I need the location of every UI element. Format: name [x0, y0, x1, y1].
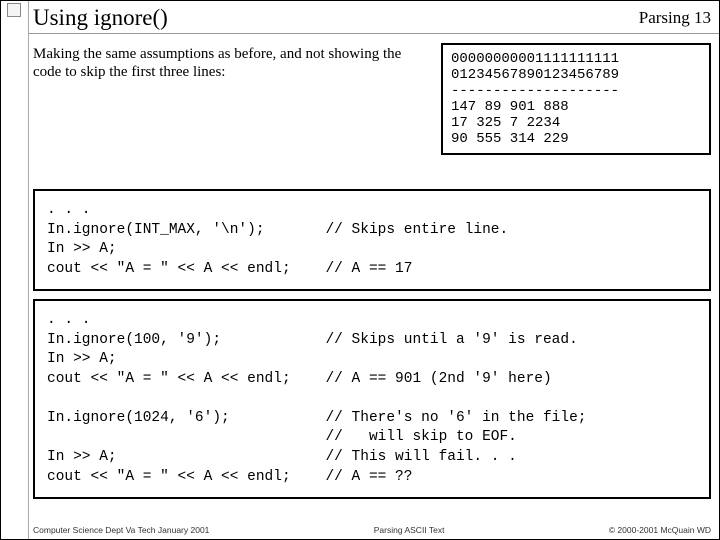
data-file-box: 00000000001111111111 0123456789012345678…: [441, 43, 711, 155]
intro-text: Making the same assumptions as before, a…: [33, 43, 417, 155]
footer-left: Computer Science Dept Va Tech January 20…: [33, 525, 209, 535]
left-rail: [1, 1, 29, 539]
footer: Computer Science Dept Va Tech January 20…: [33, 525, 711, 535]
slide-title: Using ignore(): [33, 5, 168, 31]
intro-row: Making the same assumptions as before, a…: [33, 43, 711, 155]
header: Using ignore() Parsing 13: [33, 4, 711, 32]
code-box-1: . . . In.ignore(INT_MAX, '\n'); // Skips…: [33, 189, 711, 291]
footer-right: © 2000-2001 McQuain WD: [609, 525, 711, 535]
tab-icon: [7, 3, 21, 17]
slide-topic: Parsing 13: [639, 8, 711, 28]
header-rule: [29, 33, 719, 34]
code-box-2: . . . In.ignore(100, '9'); // Skips unti…: [33, 299, 711, 499]
footer-center: Parsing ASCII Text: [374, 525, 445, 535]
slide: Using ignore() Parsing 13 Making the sam…: [0, 0, 720, 540]
